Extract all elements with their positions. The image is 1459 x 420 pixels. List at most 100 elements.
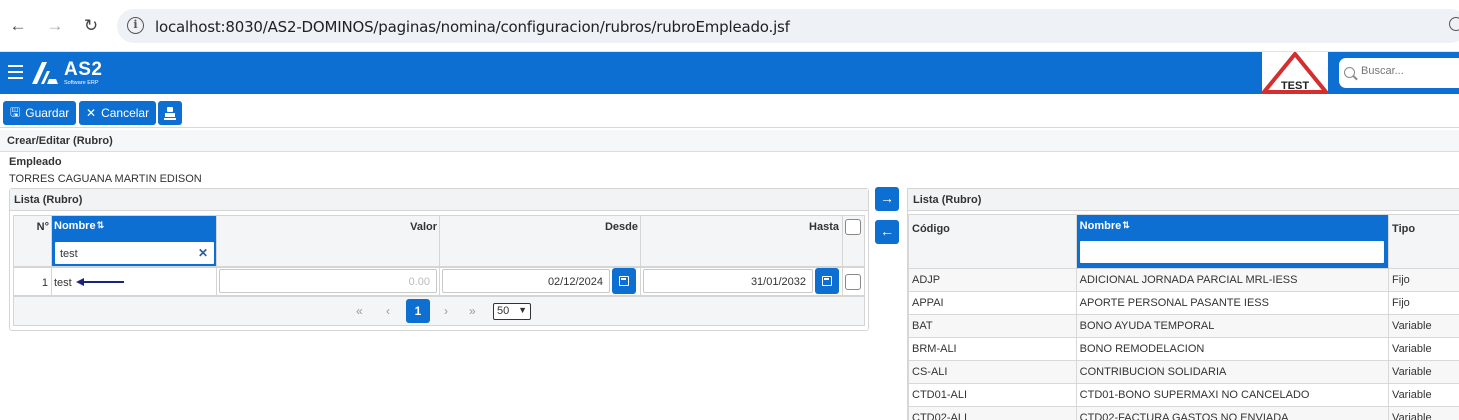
- sort-icon[interactable]: ⇅: [97, 220, 105, 230]
- row-code: BRM-ALI: [908, 337, 1077, 361]
- stamp-icon: [164, 106, 176, 120]
- table-row[interactable]: BRM-ALI BONO REMODELACION Variable: [908, 337, 1459, 361]
- page-size-select[interactable]: 50 ▼: [493, 303, 531, 320]
- row-type: Fijo: [1388, 291, 1459, 315]
- row-from-cell: 02/12/2024: [439, 267, 641, 296]
- logo-subtitle: Software ERP: [64, 80, 99, 86]
- search-icon: [1344, 67, 1355, 78]
- table-header-row: Código Nombre⇅ Tipo: [908, 214, 1459, 269]
- col-name-header[interactable]: Nombre⇅ test ✕: [51, 215, 217, 267]
- col-value-label: Valor: [410, 221, 437, 233]
- col-to-header: Hasta: [640, 215, 843, 267]
- table-row[interactable]: ADJP ADICIONAL JORNADA PARCIAL MRL-IESS …: [908, 268, 1459, 292]
- move-left-button[interactable]: ←: [875, 220, 899, 244]
- row-type: Variable: [1388, 383, 1459, 407]
- assigned-rubros-table: N° Nombre⇅ test ✕ Valor Desde Hasta 1 te…: [13, 215, 865, 327]
- logo-text: AS2: [64, 59, 103, 80]
- col-num-label: N°: [36, 221, 49, 233]
- name-filter-value: test: [60, 248, 78, 260]
- next-page-icon[interactable]: ›: [444, 304, 448, 318]
- app-logo[interactable]: AS2 Software ERP: [32, 58, 122, 88]
- col-type-label: Tipo: [1392, 223, 1416, 235]
- row-code: APPAI: [908, 291, 1077, 315]
- col-from-header: Desde: [439, 215, 641, 267]
- row-name: ADICIONAL JORNADA PARCIAL MRL-IESS: [1075, 268, 1390, 292]
- from-calendar-button[interactable]: [612, 268, 636, 294]
- row-name: CTD02-FACTURA GASTOS NO ENVIADA: [1075, 406, 1390, 420]
- row-num: 1: [13, 267, 52, 296]
- row-to-cell: 31/01/2032: [640, 267, 843, 296]
- row-code: CS-ALI: [908, 360, 1077, 384]
- to-calendar-button[interactable]: [815, 268, 839, 294]
- row-code: ADJP: [908, 268, 1077, 292]
- pointer-arrow-icon: [76, 278, 124, 286]
- print-button[interactable]: [158, 101, 182, 125]
- select-all-checkbox[interactable]: [845, 219, 861, 235]
- left-list-title: Lista (Rubro): [10, 189, 868, 211]
- col-value-header: Valor: [216, 215, 440, 267]
- menu-icon[interactable]: [8, 65, 23, 79]
- forward-icon[interactable]: →: [43, 14, 67, 38]
- col-type-header[interactable]: Tipo: [1388, 214, 1459, 269]
- calendar-icon: [619, 276, 629, 286]
- current-page-button[interactable]: 1: [406, 299, 430, 323]
- employee-name: TORRES CAGUANA MARTIN EDISON: [9, 173, 202, 185]
- search-input[interactable]: [1361, 65, 1459, 77]
- url-text[interactable]: localhost:8030/AS2-DOMINOS/paginas/nomin…: [155, 18, 790, 36]
- clear-filter-icon[interactable]: ✕: [198, 246, 208, 260]
- move-right-button[interactable]: →: [875, 187, 899, 211]
- prev-page-icon[interactable]: ‹: [386, 304, 390, 318]
- paginator: « ‹ 1 › » 50 ▼: [13, 296, 865, 326]
- name-filter-input[interactable]: test ✕: [54, 241, 215, 265]
- global-search[interactable]: [1339, 58, 1459, 88]
- employee-label: Empleado: [9, 156, 62, 168]
- table-row[interactable]: APPAI APORTE PERSONAL PASANTE IESS Fijo: [908, 291, 1459, 315]
- row-value-input[interactable]: 0.00: [219, 269, 437, 293]
- row-type: Variable: [1388, 360, 1459, 384]
- site-info-icon[interactable]: i: [127, 17, 144, 34]
- save-button[interactable]: 🖫 Guardar: [3, 101, 77, 125]
- col-to-label: Hasta: [809, 221, 839, 233]
- row-select-checkbox[interactable]: [845, 274, 861, 290]
- test-environment-badge: TEST: [1259, 50, 1331, 94]
- page-size-value: 50: [497, 305, 510, 317]
- available-rubros-panel: Lista (Rubro) Código Nombre⇅ Tipo ADJP A…: [907, 188, 1459, 420]
- row-name: CTD01-BONO SUPERMAXI NO CANCELADO: [1075, 383, 1390, 407]
- col-select-header: [842, 215, 865, 267]
- cancel-button[interactable]: ✕ Cancelar: [79, 101, 157, 125]
- cancel-label: Cancelar: [101, 106, 150, 120]
- table-row[interactable]: BAT BONO AYUDA TEMPORAL Variable: [908, 314, 1459, 338]
- arrow-right-icon: →: [880, 190, 894, 206]
- app-header: AS2 Software ERP: [0, 52, 1459, 94]
- table-row[interactable]: CTD02-ALI CTD02-FACTURA GASTOS NO ENVIAD…: [908, 406, 1459, 420]
- col-name-header[interactable]: Nombre⇅: [1075, 214, 1390, 269]
- table-row[interactable]: CS-ALI CONTRIBUCION SOLIDARIA Variable: [908, 360, 1459, 384]
- reload-icon[interactable]: ↻: [79, 14, 103, 38]
- address-bar[interactable]: i localhost:8030/AS2-DOMINOS/paginas/nom…: [117, 9, 1459, 43]
- row-type: Variable: [1388, 406, 1459, 420]
- sort-icon[interactable]: ⇅: [1122, 220, 1130, 230]
- row-code: CTD02-ALI: [908, 406, 1077, 420]
- zoom-icon[interactable]: [1449, 17, 1459, 31]
- row-code: BAT: [908, 314, 1077, 338]
- row-name: BONO AYUDA TEMPORAL: [1075, 314, 1390, 338]
- col-name-label: Nombre: [1079, 220, 1122, 232]
- col-code-header[interactable]: Código: [908, 214, 1077, 269]
- action-toolbar: 🖫 Guardar ✕ Cancelar: [0, 98, 1459, 128]
- row-from-input[interactable]: 02/12/2024: [442, 269, 610, 293]
- col-num-header: N°: [13, 215, 52, 267]
- calendar-icon: [822, 276, 832, 286]
- col-name-label: Nombre: [54, 220, 96, 232]
- table-row[interactable]: CTD01-ALI CTD01-BONO SUPERMAXI NO CANCEL…: [908, 383, 1459, 407]
- form-title: Crear/Editar (Rubro): [0, 130, 1459, 152]
- row-code: CTD01-ALI: [908, 383, 1077, 407]
- back-icon[interactable]: ←: [6, 14, 30, 38]
- row-name: test: [54, 277, 72, 289]
- row-to-input[interactable]: 31/01/2032: [643, 269, 813, 293]
- name-filter-input[interactable]: [1078, 240, 1385, 264]
- first-page-icon[interactable]: «: [356, 304, 363, 318]
- last-page-icon[interactable]: »: [469, 304, 476, 318]
- row-select-cell: [842, 267, 865, 296]
- available-rubros-table: Código Nombre⇅ Tipo ADJP ADICIONAL JORNA…: [908, 214, 1459, 420]
- row-type: Variable: [1388, 314, 1459, 338]
